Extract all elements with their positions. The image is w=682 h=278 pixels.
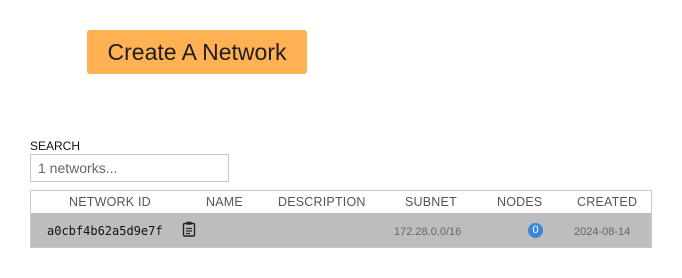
networks-table: NETWORK ID NAME DESCRIPTION SUBNET NODES… bbox=[30, 190, 652, 248]
table-row[interactable]: a0cbf4b62a5d9e7f 172.28.0.0/16 0 2024-08… bbox=[31, 213, 651, 247]
network-id: a0cbf4b62a5d9e7f bbox=[47, 224, 163, 238]
column-header-created[interactable]: CREATED bbox=[577, 195, 637, 209]
column-header-subnet[interactable]: SUBNET bbox=[405, 195, 457, 209]
search-input[interactable] bbox=[30, 154, 229, 182]
nodes-count-badge: 0 bbox=[528, 223, 543, 238]
column-header-nodes[interactable]: NODES bbox=[497, 195, 542, 209]
subnet-value: 172.28.0.0/16 bbox=[394, 226, 462, 238]
column-header-name[interactable]: NAME bbox=[206, 195, 243, 209]
column-header-description[interactable]: DESCRIPTION bbox=[278, 195, 366, 209]
create-network-button[interactable]: Create A Network bbox=[87, 30, 307, 74]
search-label: SEARCH bbox=[30, 139, 81, 153]
column-header-network-id[interactable]: NETWORK ID bbox=[69, 195, 151, 209]
clipboard-icon[interactable] bbox=[182, 221, 196, 237]
created-date: 2024-08-14 bbox=[574, 226, 631, 238]
table-header: NETWORK ID NAME DESCRIPTION SUBNET NODES… bbox=[31, 191, 651, 213]
